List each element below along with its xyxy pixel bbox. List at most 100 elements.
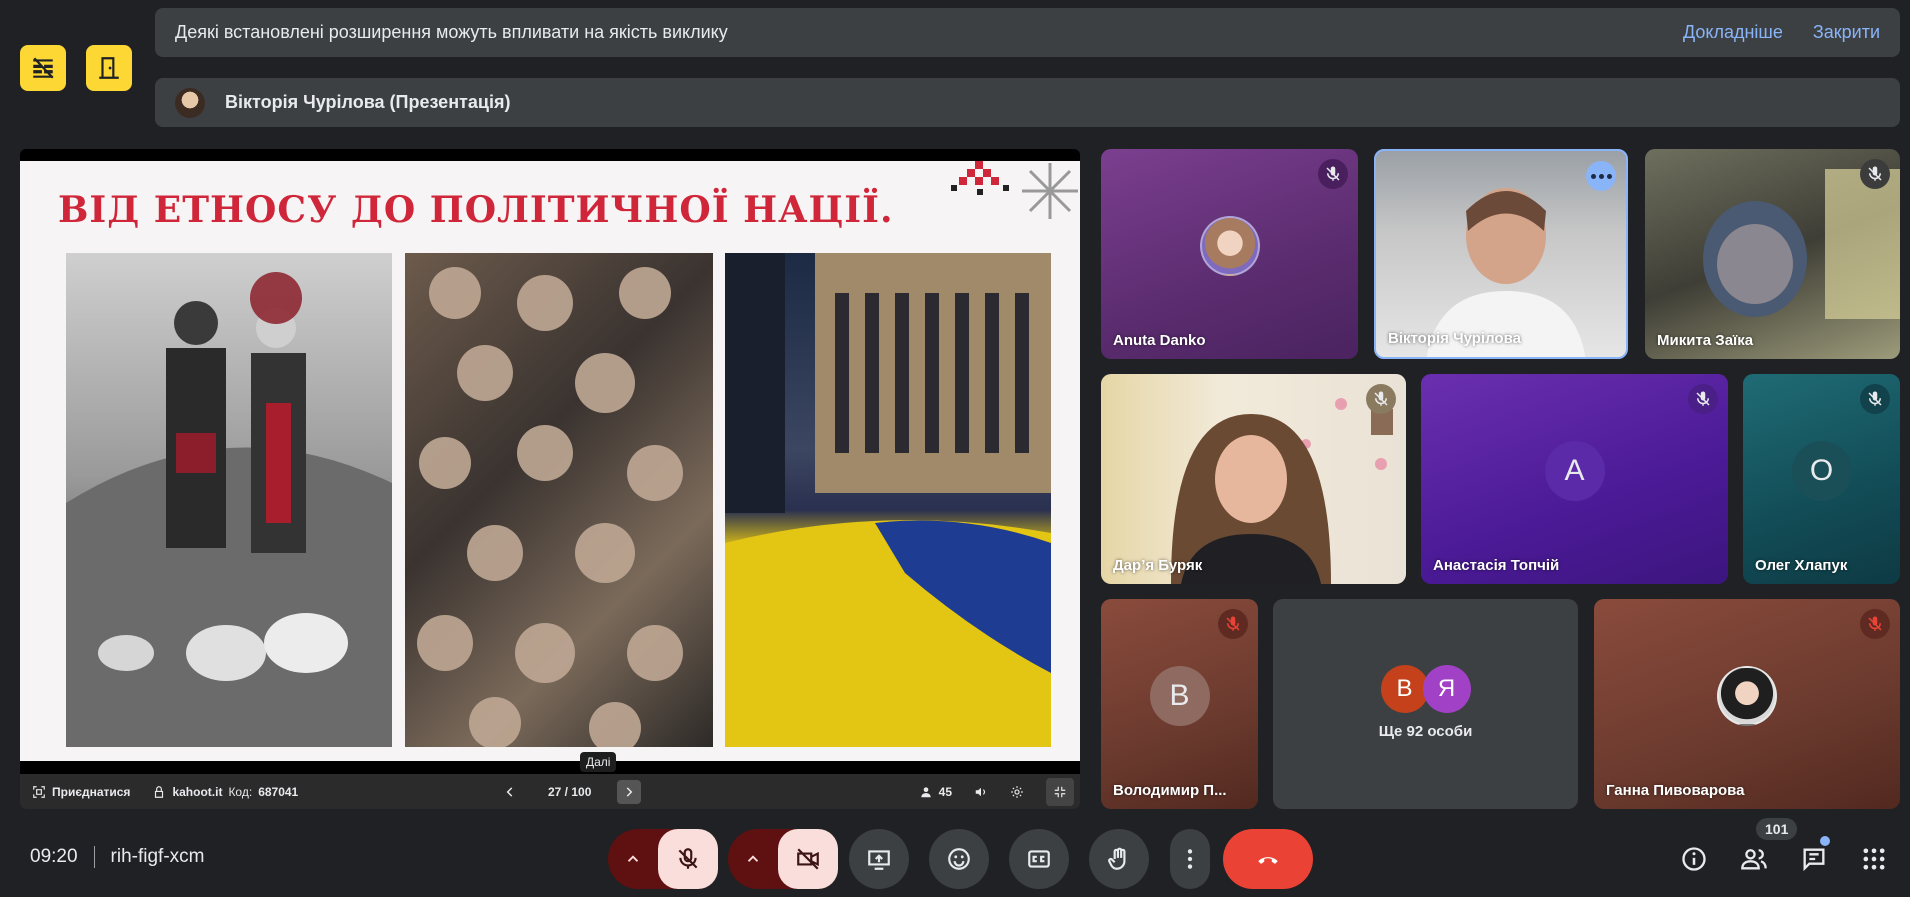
presenter-avatar [175, 87, 205, 118]
exit-fullscreen-button[interactable] [1046, 777, 1074, 806]
mic-off-icon [1374, 391, 1388, 406]
muted-indicator [1860, 159, 1890, 189]
mic-toggle-button[interactable] [658, 829, 718, 889]
chat-icon [1803, 848, 1825, 872]
chat-button[interactable] [1797, 842, 1831, 876]
volume-icon[interactable] [974, 785, 988, 799]
lock-icon [155, 785, 164, 798]
slide-title: ВІД ЕТНОСУ ДО ПОЛІТИЧНОЇ НАЦІЇ. [58, 189, 894, 231]
participant-tile[interactable]: А Анастасія Топчій [1421, 374, 1728, 584]
mic-control-group [608, 829, 718, 889]
person-icon [920, 786, 931, 797]
camera-off-icon [797, 848, 819, 870]
participant-tile-active[interactable]: Вікторія Чурілова [1374, 149, 1628, 359]
participant-name: Дар’я Буряк [1113, 557, 1203, 574]
presenter-bar[interactable]: Вікторія Чурілова (Презентація) [155, 78, 1900, 127]
rally-illustration-icon [725, 253, 1051, 747]
layout-off-button[interactable] [20, 45, 66, 91]
participant-name: Анастасія Топчій [1433, 557, 1560, 574]
muted-indicator [1688, 384, 1718, 414]
slide-photo-ethnic-couple [66, 253, 392, 747]
captions-icon [1028, 850, 1050, 868]
avatar-letter: О [1809, 454, 1834, 487]
players-count-value: 45 [938, 784, 952, 799]
presentation-right-tools: 45 [919, 777, 1074, 806]
participant-tile[interactable]: Ганна Пивоварова [1594, 599, 1900, 809]
mic-off-icon [678, 848, 698, 869]
participant-name: Ганна Пивоварова [1606, 782, 1745, 799]
emoji-icon [948, 848, 970, 870]
info-icon [1682, 847, 1706, 871]
more-vertical-icon [1187, 849, 1193, 869]
meeting-code: rih-figf-xcm [110, 846, 205, 867]
avatar-letter: А [1564, 454, 1585, 487]
join-item[interactable]: Приєднатися [32, 785, 130, 799]
participant-name: Микита Заїка [1657, 332, 1754, 349]
participant-video-icon [1171, 398, 1393, 584]
next-slide-button[interactable] [617, 779, 642, 804]
next-tooltip: Далі [580, 752, 617, 772]
prev-slide-button[interactable] [498, 780, 522, 804]
camera-toggle-button[interactable] [778, 829, 838, 889]
slide-pager: 27 / 100 [498, 779, 642, 804]
people-button[interactable] [1737, 842, 1771, 876]
participant-name: Anuta Danko [1113, 332, 1206, 349]
muted-indicator [1860, 384, 1890, 414]
site-label: kahoot.it [172, 784, 223, 799]
participant-name: Володимир П... [1113, 782, 1227, 799]
reactions-button[interactable] [929, 829, 989, 889]
extensions-warning-banner: Деякі встановлені розширення можуть впли… [155, 8, 1900, 57]
captions-button[interactable] [1009, 829, 1069, 889]
code-value: 687041 [258, 784, 299, 799]
hand-icon [1108, 847, 1126, 870]
exit-door-button[interactable] [86, 45, 132, 91]
participant-tile[interactable]: В Володимир П... [1101, 599, 1258, 809]
raise-hand-button[interactable] [1089, 829, 1149, 889]
more-participants-label: Ще 92 особи [1378, 723, 1473, 740]
participant-tile[interactable]: О Олег Хлапук [1743, 374, 1900, 584]
mic-off-icon [1696, 391, 1710, 406]
settings-gear-icon[interactable] [1010, 785, 1024, 799]
leave-call-button[interactable] [1223, 829, 1313, 889]
chat-notification-dot [1820, 836, 1830, 846]
chevron-up-icon [747, 855, 759, 862]
participant-tile[interactable]: Anuta Danko [1101, 149, 1358, 359]
participant-avatar [1717, 666, 1777, 726]
chevron-left-icon [506, 786, 513, 797]
presentation-toolbar: Приєднатися kahoot.it Код: 687041 27 / 1… [20, 774, 1080, 809]
audio-options-button[interactable] [618, 850, 648, 868]
more-options-button[interactable] [1170, 829, 1210, 889]
present-screen-button[interactable] [849, 829, 909, 889]
couple-illustration-icon [66, 272, 392, 747]
mic-off-icon [1326, 166, 1340, 181]
join-label: Приєднатися [52, 784, 131, 799]
embroidery-ornament-icon [951, 161, 1009, 195]
video-options-button[interactable] [738, 850, 768, 868]
chevron-up-icon [627, 855, 639, 862]
activities-button[interactable] [1857, 842, 1891, 876]
code-label: Код: [228, 784, 253, 799]
participant-tile[interactable]: Микита Заїка [1645, 149, 1900, 359]
more-participants-tile[interactable]: В Я Ще 92 особи [1273, 599, 1578, 809]
meeting-details-button[interactable] [1677, 842, 1711, 876]
clock-time: 09:20 [30, 846, 78, 867]
mic-off-icon [1226, 616, 1240, 631]
mic-off-icon [1868, 166, 1882, 181]
presenter-label: Вікторія Чурілова (Презентація) [225, 92, 511, 112]
snowflake-ornament-icon [1022, 163, 1078, 219]
participant-avatar: О [1791, 441, 1852, 501]
more-avatar: В [1380, 665, 1429, 713]
door-icon [99, 57, 119, 79]
phone-hangup-icon [1258, 857, 1278, 864]
close-link[interactable]: Закрити [1813, 22, 1880, 43]
details-link[interactable]: Докладніше [1683, 22, 1783, 43]
participant-tile[interactable]: Дар’я Буряк [1101, 374, 1406, 584]
mic-off-icon [1868, 616, 1882, 631]
qr-scan-icon [33, 785, 45, 798]
grid-off-icon [33, 57, 54, 79]
meeting-info: 09:20 rih-figf-xcm [30, 846, 205, 868]
page-indicator: 27 / 100 [548, 784, 592, 799]
more-options-button[interactable] [1586, 161, 1616, 191]
collage-illustration-icon [417, 267, 683, 747]
divider [93, 846, 95, 868]
